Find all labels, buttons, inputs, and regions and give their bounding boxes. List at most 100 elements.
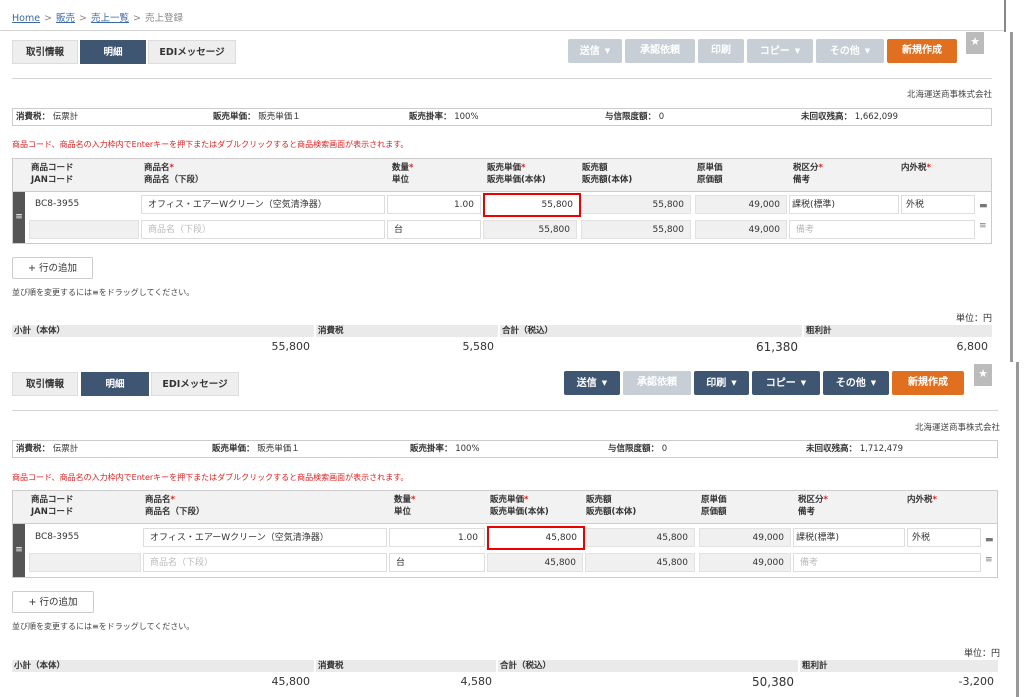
add-row-button[interactable]: + 行の追加 xyxy=(12,257,93,279)
other-button[interactable]: その他 ▼ xyxy=(816,39,884,63)
memo-input[interactable]: 備考 xyxy=(793,553,981,572)
create-new-button[interactable]: 新規作成 xyxy=(892,371,964,395)
unpaid-info: 未回収残高： 1,662,099 xyxy=(801,109,898,125)
tax-header: 消費税 xyxy=(316,660,496,672)
row-note-icon[interactable]: ▬ xyxy=(979,201,988,211)
row-menu-icon[interactable]: ≡ xyxy=(985,555,993,565)
cost-amount-field: 49,000 xyxy=(699,553,791,572)
tab-edi-message[interactable]: EDIメッセージ xyxy=(151,372,239,396)
header-amount-label: 販売額 xyxy=(582,163,608,173)
row-drag-handle[interactable]: ≡ xyxy=(13,192,25,243)
breadcrumb-separator: > xyxy=(44,13,53,24)
bookmark-star-icon[interactable]: ★ xyxy=(974,364,992,386)
sales-entry-panel-after: 取引情報 明細 EDIメッセージ 送信 ▼ 承認依頼 印刷 ▼ コピー ▼ その他 ▼ … xyxy=(4,362,1020,697)
row-note-icon[interactable]: ▬ xyxy=(985,535,994,545)
product-name-sub-input[interactable]: 商品名（下段） xyxy=(141,220,385,239)
print-button[interactable]: 印刷 xyxy=(698,39,744,63)
product-name-sub-input[interactable]: 商品名（下段） xyxy=(143,553,387,572)
header-cost-amount-label: 原価額 xyxy=(701,507,727,517)
product-name-input[interactable]: オフィス・エアーWクリーン（空気清浄器） xyxy=(143,528,387,547)
header-name-sub-label: 商品名（下段） xyxy=(145,507,205,517)
detail-grid: 商品コード JANコード 商品名* 商品名（下段） 数量* 単位 販売単価* 販売単価(… xyxy=(12,158,992,244)
tax-inout-select[interactable]: 外税 xyxy=(901,195,975,214)
tax-class-select[interactable]: 課税(標準) xyxy=(789,195,899,214)
bookmark-star-icon[interactable]: ★ xyxy=(966,32,984,54)
quantity-input[interactable]: 1.00 xyxy=(389,528,485,547)
credit-info: 与信限度額： 0 xyxy=(605,109,664,125)
product-code-input[interactable]: BC8-3955 xyxy=(29,528,141,547)
tab-transaction-info[interactable]: 取引情報 xyxy=(12,372,78,396)
detail-grid: 商品コード JANコード 商品名* 商品名（下段） 数量* 単位 販売単価* 販売単価(… xyxy=(12,490,998,578)
credit-value: 0 xyxy=(661,444,668,454)
unit-price-ex-field: 45,800 xyxy=(487,553,583,572)
unit-input[interactable]: 台 xyxy=(387,220,481,239)
header-cost-label: 原単価 xyxy=(697,163,723,173)
header-cost-amount-label: 原価額 xyxy=(697,175,723,185)
tax-header: 消費税 xyxy=(316,325,498,337)
copy-label: コピー xyxy=(765,378,796,389)
scrollbar[interactable] xyxy=(1010,32,1013,362)
rate-value: 100% xyxy=(455,444,480,454)
unit-price-input[interactable]: 55,800 xyxy=(483,193,581,217)
create-new-button[interactable]: 新規作成 xyxy=(887,39,957,63)
other-label: その他 xyxy=(829,46,860,57)
tab-detail[interactable]: 明細 xyxy=(81,372,149,396)
approval-request-button[interactable]: 承認依頼 xyxy=(623,371,691,395)
breadcrumb-sales-link[interactable]: 販売 xyxy=(56,13,75,24)
gross-header: 粗利計 xyxy=(800,660,998,672)
totals-table: 小計（本体） 消費税 合計（税込） 粗利計 45,800 4,580 50,38… xyxy=(12,660,998,694)
unit-input[interactable]: 台 xyxy=(389,553,485,572)
total-header: 合計（税込） xyxy=(500,325,802,337)
send-button[interactable]: 送信 ▼ xyxy=(568,39,622,63)
breadcrumb-list-link[interactable]: 売上一覧 xyxy=(91,13,129,24)
quantity-input[interactable]: 1.00 xyxy=(387,195,481,214)
grid-header: 商品コード JANコード 商品名* 商品名（下段） 数量* 単位 販売単価* 販売単価(… xyxy=(13,491,997,524)
product-code-input[interactable]: BC8-3955 xyxy=(29,195,139,214)
row-drag-handle[interactable]: ≡ xyxy=(13,524,25,577)
breadcrumb-home-link[interactable]: Home xyxy=(12,13,40,24)
required-mark: * xyxy=(818,163,823,173)
tab-edi-message[interactable]: EDIメッセージ xyxy=(148,40,236,64)
approval-request-button[interactable]: 承認依頼 xyxy=(625,39,695,63)
add-row-button[interactable]: + 行の追加 xyxy=(12,591,94,613)
header-price-ex-label: 販売単価(本体) xyxy=(487,175,546,185)
required-mark: * xyxy=(521,163,526,173)
required-mark: * xyxy=(926,163,931,173)
product-name-input[interactable]: オフィス・エアーWクリーン（空気清浄器） xyxy=(141,195,385,214)
rate-value: 100% xyxy=(454,112,479,122)
tax-value: 伝票計 xyxy=(52,112,79,122)
print-button[interactable]: 印刷 ▼ xyxy=(694,371,749,395)
other-button[interactable]: その他 ▼ xyxy=(823,371,889,395)
unit-price-input[interactable]: 45,800 xyxy=(487,526,585,550)
required-mark: * xyxy=(411,495,416,505)
copy-button[interactable]: コピー ▼ xyxy=(747,39,813,63)
row-menu-icon[interactable]: ≡ xyxy=(979,221,987,231)
jan-code-input[interactable] xyxy=(29,220,139,239)
scrollbar[interactable] xyxy=(1004,0,1006,32)
header-uom-label: 単位 xyxy=(392,175,410,185)
tab-detail[interactable]: 明細 xyxy=(80,40,146,64)
header-amount-ex-label: 販売額(本体) xyxy=(586,507,637,517)
required-mark: * xyxy=(932,495,937,505)
tab-transaction-info[interactable]: 取引情報 xyxy=(12,40,78,64)
print-label: 印刷 xyxy=(706,378,727,389)
tax-class-select[interactable]: 課税(標準) xyxy=(793,528,905,547)
unit-label: 単位：円 xyxy=(955,314,992,324)
memo-input[interactable]: 備考 xyxy=(789,220,975,239)
header-tax-class-label: 税区分 xyxy=(793,163,819,173)
subtotal-header: 小計（本体） xyxy=(12,325,314,337)
tax-label: 消費税： xyxy=(16,112,51,122)
copy-button[interactable]: コピー ▼ xyxy=(752,371,820,395)
gross-value: -3,200 xyxy=(958,675,994,688)
gross-header: 粗利計 xyxy=(804,325,992,337)
header-name: 商品名* 商品名（下段） xyxy=(145,494,205,518)
customer-name: 北海運送商事株式会社 xyxy=(906,90,992,100)
send-button[interactable]: 送信 ▼ xyxy=(564,371,620,395)
tax-inout-select[interactable]: 外税 xyxy=(907,528,981,547)
header-memo-label: 備考 xyxy=(798,507,816,517)
cost-price-field: 49,000 xyxy=(695,195,787,214)
scrollbar[interactable] xyxy=(1016,362,1019,697)
jan-code-input[interactable] xyxy=(29,553,141,572)
rate-info: 販売掛率： 100% xyxy=(410,441,480,457)
header-name: 商品名* 商品名（下段） xyxy=(144,162,204,186)
